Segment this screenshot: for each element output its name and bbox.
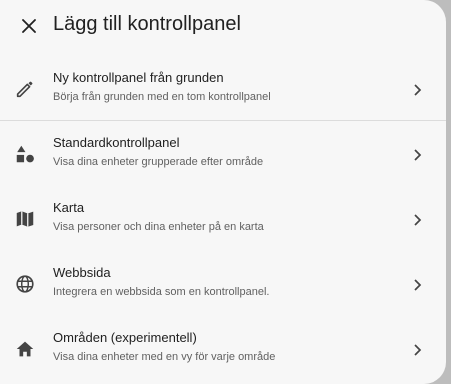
pencil-icon — [16, 81, 33, 98]
option-map-dashboard[interactable]: Karta Visa personer och dina enheter på … — [0, 192, 446, 248]
option-label: Ny kontrollpanel från grunden — [53, 70, 224, 85]
divider — [0, 120, 446, 121]
add-dashboard-dialog: Lägg till kontrollpanel Ny kontrollpanel… — [0, 0, 446, 384]
shapes-icon — [16, 145, 34, 163]
dialog-header: Lägg till kontrollpanel — [0, 0, 446, 52]
chevron-right-icon — [414, 84, 422, 96]
chevron-right-icon — [414, 149, 422, 161]
option-label: Webbsida — [53, 265, 111, 280]
chevron-right-icon — [414, 344, 422, 356]
option-new-dashboard[interactable]: Ny kontrollpanel från grunden Börja från… — [0, 62, 446, 118]
map-icon — [16, 211, 34, 227]
option-description: Visa personer och dina enheter på en kar… — [53, 221, 264, 233]
option-label: Karta — [53, 200, 85, 215]
option-description: Börja från grunden med en tom kontrollpa… — [53, 91, 271, 103]
option-label: Standardkontrollpanel — [53, 135, 180, 150]
option-description: Integrera en webbsida som en kontrollpan… — [53, 286, 270, 298]
option-areas-dashboard[interactable]: Områden (experimentell) Visa dina enhete… — [0, 322, 446, 378]
option-description: Visa dina enheter grupperade efter områd… — [53, 156, 264, 168]
option-default-dashboard[interactable]: Standardkontrollpanel Visa dina enheter … — [0, 127, 446, 183]
chevron-right-icon — [414, 214, 422, 226]
option-webpage-dashboard[interactable]: Webbsida Integrera en webbsida som en ko… — [0, 257, 446, 313]
close-button[interactable] — [14, 12, 44, 40]
dialog-title: Lägg till kontrollpanel — [53, 13, 241, 35]
home-icon — [16, 341, 34, 357]
chevron-right-icon — [414, 279, 422, 291]
option-label: Områden (experimentell) — [53, 330, 197, 345]
close-icon — [22, 19, 36, 33]
option-description: Visa dina enheter med en vy för varje om… — [53, 351, 276, 363]
web-icon — [16, 275, 34, 293]
